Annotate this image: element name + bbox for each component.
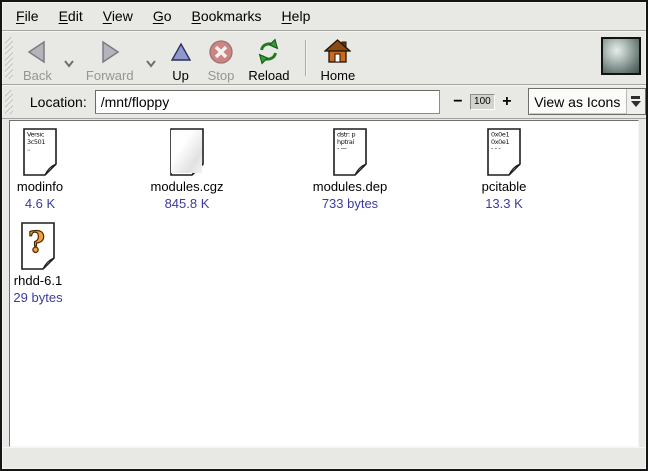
file-icon: ?: [20, 222, 56, 270]
unknown-file-glyph: ?: [20, 225, 53, 259]
back-button: Back: [16, 34, 59, 83]
file-preview-text: 0x0e10x0e1- - -: [491, 132, 515, 153]
reload-icon: [255, 36, 282, 65]
stop-icon: [208, 36, 234, 65]
file-name[interactable]: modules.cgz: [122, 179, 252, 194]
file-icon: dstr: phptrai- ---: [332, 128, 368, 176]
menu-item-view[interactable]: View: [95, 4, 141, 28]
forward-history-chevron-icon: [141, 55, 161, 73]
file-size: 4.6 K: [0, 196, 105, 211]
forward-button: Forward: [79, 34, 141, 83]
file-item-modinfo[interactable]: Versic3c501.. modinfo 4.6 K: [0, 128, 105, 211]
forward-label: Forward: [86, 68, 134, 83]
file-icon: 0x0e10x0e1- - -: [486, 128, 522, 176]
file-name[interactable]: modules.dep: [285, 179, 415, 194]
toolbar-separator: [305, 40, 306, 76]
page-sheen: [171, 130, 202, 173]
menu-item-edit[interactable]: Edit: [51, 4, 91, 28]
menu-item-help[interactable]: Help: [274, 4, 319, 28]
file-size: 13.3 K: [439, 196, 569, 211]
back-history-chevron-icon: [59, 55, 79, 73]
file-item-modules.dep[interactable]: dstr: phptrai- --- modules.dep 733 bytes: [285, 128, 415, 211]
zoom-level-indicator[interactable]: 100: [470, 94, 496, 110]
up-label: Up: [172, 68, 189, 83]
file-size: 29 bytes: [0, 290, 103, 305]
menubar: FileEditViewGoBookmarksHelp: [2, 2, 646, 31]
file-item-rhdd-6.1[interactable]: ? rhdd-6.1 29 bytes: [0, 222, 103, 305]
menu-item-file[interactable]: File: [8, 4, 47, 28]
location-label: Location:: [30, 94, 87, 110]
file-item-modules.cgz[interactable]: modules.cgz 845.8 K: [122, 128, 252, 211]
file-preview-text: dstr: phptrai- ---: [337, 132, 361, 153]
throbber-indicator: [601, 37, 641, 75]
statusbar: [2, 447, 646, 468]
file-preview-text: Versic3c501..: [27, 132, 51, 153]
location-input[interactable]: [95, 90, 440, 114]
forward-icon: [97, 36, 123, 65]
location-bar-drag-handle[interactable]: [5, 90, 13, 114]
file-name[interactable]: modinfo: [0, 179, 105, 194]
menu-item-bookmarks[interactable]: Bookmarks: [184, 4, 270, 28]
stop-button: Stop: [201, 34, 242, 83]
back-icon: [24, 36, 50, 65]
home-label: Home: [321, 68, 356, 83]
stop-label: Stop: [208, 68, 235, 83]
up-icon: [168, 36, 194, 65]
home-icon: [324, 36, 351, 65]
file-size: 845.8 K: [122, 196, 252, 211]
location-bar: Location: − 100 + View as Icons: [2, 85, 646, 119]
back-label: Back: [23, 68, 52, 83]
file-icon: Versic3c501..: [22, 128, 58, 176]
view-mode-label: View as Icons: [529, 94, 626, 110]
file-icon: [169, 128, 205, 176]
file-name[interactable]: pcitable: [439, 179, 569, 194]
view-mode-combo-arrow-icon: [626, 89, 645, 114]
toolbar: Back Forward Up Stop: [2, 31, 646, 85]
file-item-pcitable[interactable]: 0x0e10x0e1- - - pcitable 13.3 K: [439, 128, 569, 211]
zoom-out-button[interactable]: −: [448, 93, 467, 111]
up-button[interactable]: Up: [161, 34, 201, 83]
file-size: 733 bytes: [285, 196, 415, 211]
zoom-in-button[interactable]: +: [497, 93, 516, 111]
view-mode-dropdown[interactable]: View as Icons: [528, 88, 646, 115]
home-button[interactable]: Home: [314, 34, 363, 83]
menu-item-go[interactable]: Go: [145, 4, 180, 28]
reload-label: Reload: [248, 68, 289, 83]
reload-button[interactable]: Reload: [241, 34, 296, 83]
file-view-pane: Versic3c501.. modinfo 4.6 K modules.cgz …: [9, 120, 639, 447]
toolbar-drag-handle[interactable]: [5, 37, 13, 79]
file-name[interactable]: rhdd-6.1: [0, 273, 103, 288]
